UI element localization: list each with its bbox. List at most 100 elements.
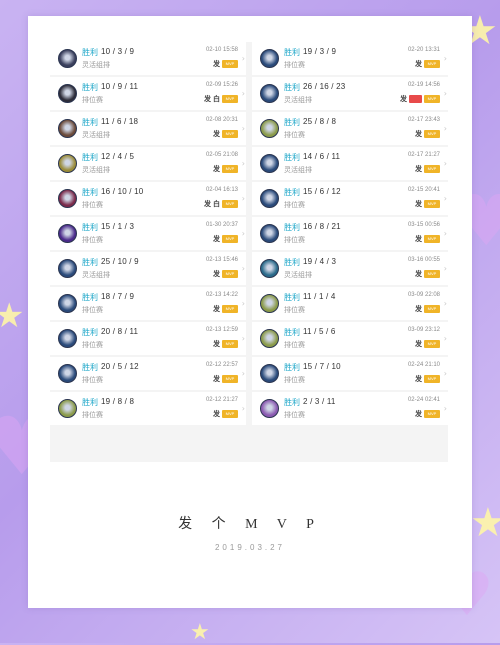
match-tag: 发 白 [204, 96, 220, 103]
champion-avatar [260, 84, 279, 103]
match-kda: 2 / 3 / 11 [303, 397, 336, 406]
champion-avatar [58, 189, 77, 208]
champion-avatar [58, 259, 77, 278]
match-result: 胜利 [284, 293, 300, 302]
match-row[interactable]: 胜利 18 / 7 / 9 排位赛 02-13 14:22 发 MVP › [50, 287, 246, 320]
match-tag: 发 [213, 376, 220, 383]
mvp-badge-icon: MVP [222, 410, 238, 418]
match-mode: 排位赛 [284, 412, 305, 419]
match-row[interactable]: 胜利 20 / 8 / 11 排位赛 02-13 12:59 发 MVP › [50, 322, 246, 355]
chevron-right-icon: › [241, 404, 245, 413]
champion-avatar [58, 294, 77, 313]
match-kda: 16 / 8 / 21 [303, 222, 341, 231]
chevron-right-icon: › [443, 54, 447, 63]
match-row[interactable]: 胜利 20 / 5 / 12 排位赛 02-12 22:57 发 MVP › [50, 357, 246, 390]
match-kda: 26 / 16 / 23 [303, 82, 346, 91]
match-time: 02-20 13:31 [407, 47, 440, 53]
match-row[interactable]: 胜利 10 / 9 / 11 排位赛 02-09 15:26 发 白 MVP › [50, 77, 246, 110]
match-row[interactable]: 胜利 19 / 8 / 8 排位赛 02-12 21:27 发 MVP › [50, 392, 246, 425]
match-kda: 25 / 8 / 8 [303, 117, 337, 126]
mvp-badge-icon: MVP [424, 375, 440, 383]
match-time: 02-13 15:46 [205, 257, 238, 263]
match-time: 02-15 20:41 [407, 187, 440, 193]
match-result: 胜利 [284, 48, 300, 57]
match-row[interactable]: 胜利 19 / 3 / 9 排位赛 02-20 13:31 发 MVP › [252, 42, 448, 75]
champion-avatar [58, 84, 77, 103]
match-row[interactable]: 胜利 15 / 1 / 3 排位赛 01-30 20:37 发 MVP › [50, 217, 246, 250]
match-tag: 发 [213, 61, 220, 68]
match-row[interactable]: 胜利 25 / 10 / 9 灵活组排 02-13 15:46 发 MVP › [50, 252, 246, 285]
mvp-badge-icon: MVP [424, 340, 440, 348]
match-result: 胜利 [284, 83, 300, 92]
match-badges: 发 MVP [213, 304, 238, 314]
match-time: 02-13 12:59 [205, 327, 238, 333]
chevron-right-icon: › [443, 89, 447, 98]
match-row[interactable]: 胜利 15 / 6 / 12 排位赛 02-15 20:41 发 MVP › [252, 182, 448, 215]
mvp-badge-icon: MVP [222, 95, 238, 103]
match-mode: 排位赛 [284, 307, 305, 314]
match-tag: 发 [415, 271, 422, 278]
match-row[interactable]: 胜利 11 / 5 / 6 排位赛 03-09 23:12 发 MVP › [252, 322, 448, 355]
match-mode: 排位赛 [284, 237, 305, 244]
match-tag: 发 [415, 411, 422, 418]
match-result: 胜利 [82, 363, 98, 372]
match-time: 03-15 00:56 [407, 222, 440, 228]
match-mode: 灵活组排 [284, 167, 312, 174]
match-kda: 15 / 1 / 3 [101, 222, 135, 231]
match-kda: 11 / 5 / 6 [303, 327, 336, 336]
match-row[interactable]: 胜利 2 / 3 / 11 排位赛 02-24 02:41 发 MVP › [252, 392, 448, 425]
match-row[interactable]: 胜利 16 / 8 / 21 排位赛 03-15 00:56 发 MVP › [252, 217, 448, 250]
match-badges: 发 MVP [213, 129, 238, 139]
match-result: 胜利 [82, 118, 98, 127]
match-tag: 发 [213, 306, 220, 313]
red-tag-icon [409, 95, 422, 103]
match-row[interactable]: 胜利 11 / 6 / 18 灵活组排 02-08 20:31 发 MVP › [50, 112, 246, 145]
match-badges: 发 MVP [415, 304, 440, 314]
match-time: 02-19 14:56 [407, 82, 440, 88]
match-mode: 排位赛 [82, 342, 103, 349]
match-tag: 发 [213, 166, 220, 173]
champion-avatar [260, 399, 279, 418]
match-tag: 发 [415, 201, 422, 208]
match-row[interactable]: 胜利 26 / 16 / 23 灵活组排 02-19 14:56 发 MVP › [252, 77, 448, 110]
match-result: 胜利 [82, 258, 98, 267]
match-time: 03-09 22:08 [407, 292, 440, 298]
match-badges: 发 MVP [213, 374, 238, 384]
champion-avatar [58, 154, 77, 173]
match-row[interactable]: 胜利 11 / 1 / 4 排位赛 03-09 22:08 发 MVP › [252, 287, 448, 320]
mvp-badge-icon: MVP [222, 375, 238, 383]
match-badges: 发 MVP [213, 164, 238, 174]
match-time: 02-12 22:57 [205, 362, 238, 368]
match-time: 02-05 21:08 [205, 152, 238, 158]
match-row[interactable]: 胜利 12 / 4 / 5 灵活组排 02-05 21:08 发 MVP › [50, 147, 246, 180]
match-kda: 25 / 10 / 9 [101, 257, 139, 266]
match-row[interactable]: 胜利 25 / 8 / 8 排位赛 02-17 23:43 发 MVP › [252, 112, 448, 145]
match-result: 胜利 [284, 258, 300, 267]
mvp-badge-icon: MVP [222, 165, 238, 173]
match-row[interactable]: 胜利 15 / 7 / 10 排位赛 02-24 21:10 发 MVP › [252, 357, 448, 390]
chevron-right-icon: › [443, 299, 447, 308]
match-row[interactable]: 胜利 19 / 4 / 3 灵活组排 03-16 00:55 发 MVP › [252, 252, 448, 285]
match-mode: 排位赛 [284, 62, 305, 69]
match-row[interactable]: 胜利 16 / 10 / 10 排位赛 02-04 16:13 发 白 MVP › [50, 182, 246, 215]
match-tag: 发 [415, 61, 422, 68]
match-kda: 18 / 7 / 9 [101, 292, 135, 301]
match-badges: 发 MVP [415, 129, 440, 139]
champion-avatar [260, 154, 279, 173]
match-mode: 排位赛 [82, 97, 103, 104]
match-tag: 发 [415, 376, 422, 383]
match-result: 胜利 [284, 118, 300, 127]
star-decoration-icon: ★ [190, 620, 210, 645]
chevron-right-icon: › [241, 229, 245, 238]
champion-avatar [58, 329, 77, 348]
match-tag: 发 [415, 236, 422, 243]
match-list-left: 胜利 10 / 3 / 9 灵活组排 02-10 15:58 发 MVP › 胜利… [50, 42, 246, 427]
chevron-right-icon: › [241, 89, 245, 98]
match-kda: 19 / 4 / 3 [303, 257, 337, 266]
match-row[interactable]: 胜利 10 / 3 / 9 灵活组排 02-10 15:58 发 MVP › [50, 42, 246, 75]
match-tag: 发 [415, 166, 422, 173]
match-row[interactable]: 胜利 14 / 6 / 11 灵活组排 02-17 21:27 发 MVP › [252, 147, 448, 180]
match-mode: 灵活组排 [82, 62, 110, 69]
match-result: 胜利 [82, 48, 98, 57]
chevron-right-icon: › [443, 334, 447, 343]
